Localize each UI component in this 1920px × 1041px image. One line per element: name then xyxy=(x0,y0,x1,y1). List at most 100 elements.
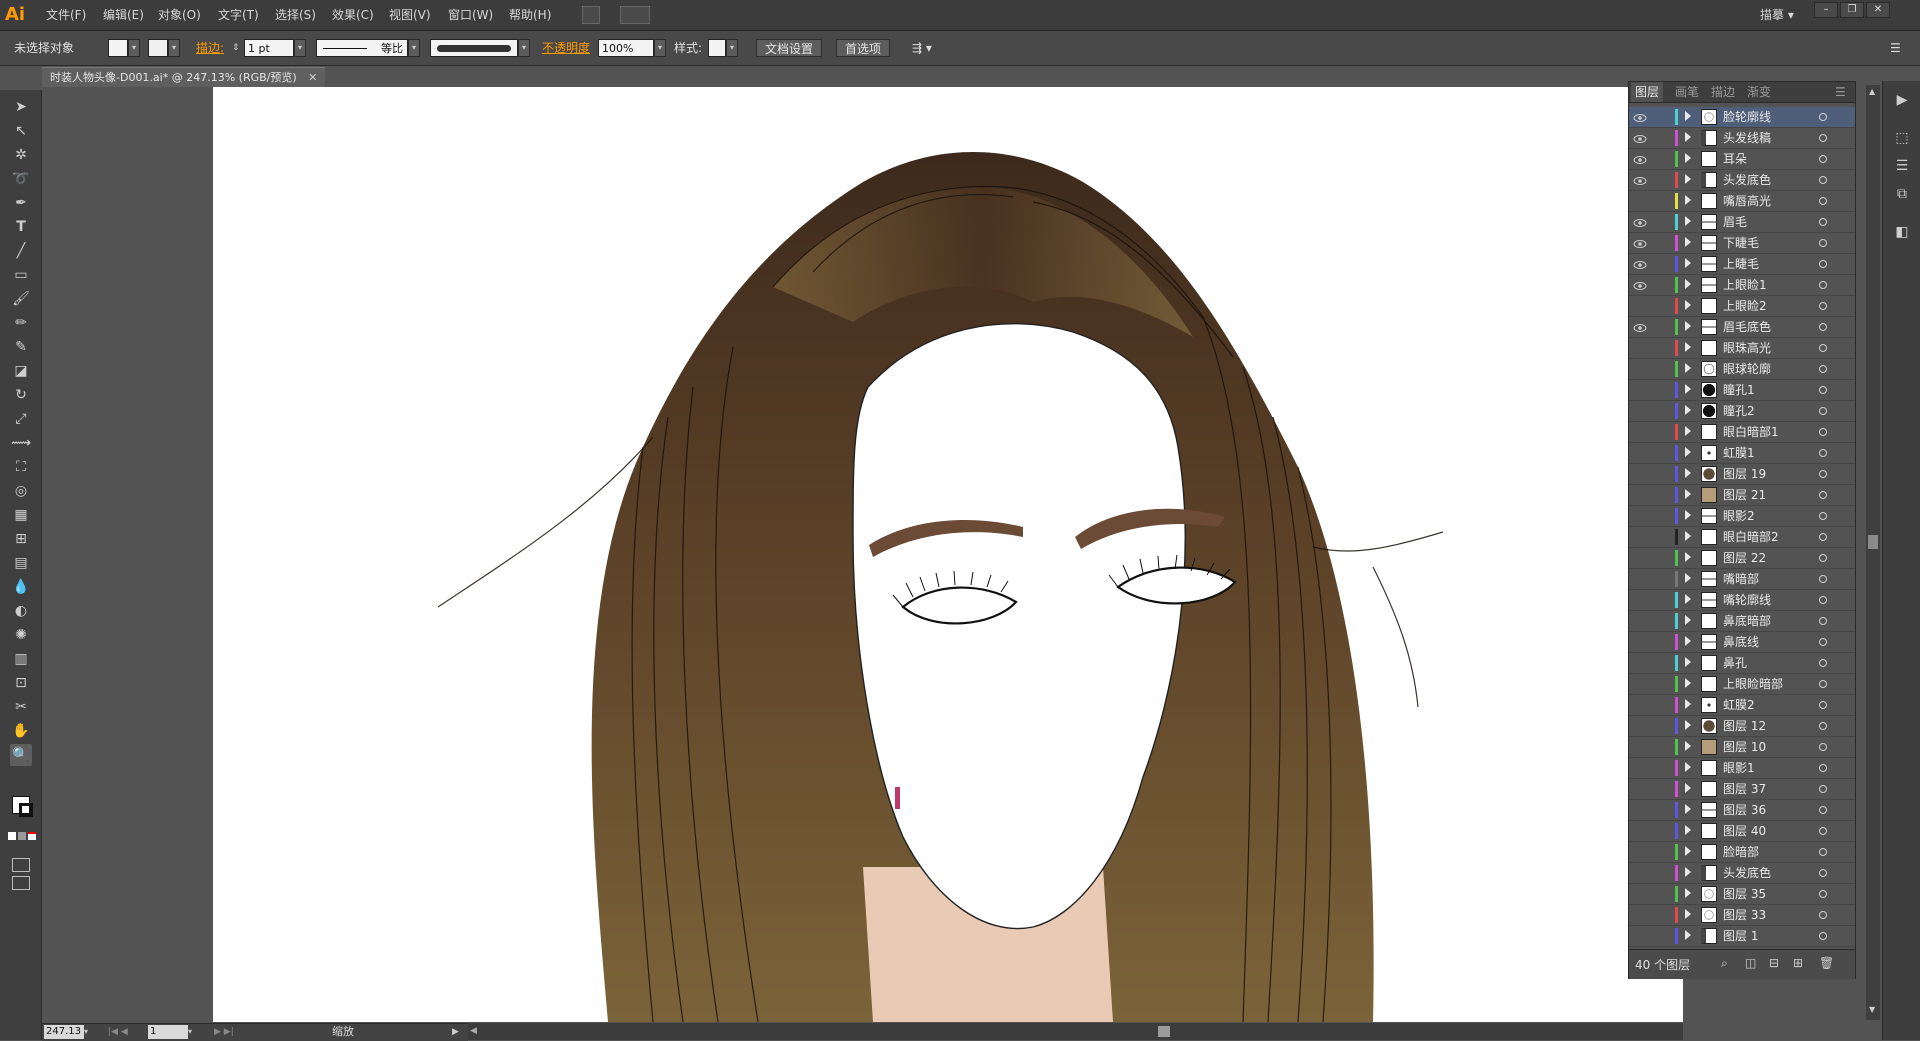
layer-name[interactable]: 嘴轮廓线 xyxy=(1723,590,1771,611)
target-circle-icon[interactable] xyxy=(1819,701,1827,709)
expand-triangle-icon[interactable] xyxy=(1685,174,1691,184)
visibility-eye-icon[interactable] xyxy=(1633,616,1647,626)
layer-name[interactable]: 鼻底线 xyxy=(1723,632,1759,653)
target-circle-icon[interactable] xyxy=(1819,407,1827,415)
paintbrush-tool-icon[interactable]: 🖌 xyxy=(10,288,32,310)
expand-triangle-icon[interactable] xyxy=(1685,342,1691,352)
expand-triangle-icon[interactable] xyxy=(1685,405,1691,415)
drawing-mode-icon[interactable] xyxy=(12,858,30,872)
layer-name[interactable]: 图层 40 xyxy=(1723,821,1766,842)
expand-triangle-icon[interactable] xyxy=(1685,573,1691,583)
layer-name[interactable]: 上眼睑暗部 xyxy=(1723,674,1783,695)
target-circle-icon[interactable] xyxy=(1819,638,1827,646)
layer-name[interactable]: 图层 36 xyxy=(1723,800,1766,821)
zoom-tool-icon[interactable]: 🔍 xyxy=(10,744,32,766)
layer-row[interactable]: 眉毛底色 xyxy=(1629,317,1855,338)
type-tool-icon[interactable]: T xyxy=(10,216,32,238)
free-transform-tool-icon[interactable]: ⛶ xyxy=(10,456,32,478)
layer-row[interactable]: 鼻底暗部 xyxy=(1629,611,1855,632)
document-setup-button[interactable]: 文档设置 xyxy=(756,39,823,57)
delete-layer-icon[interactable]: 🗑 xyxy=(1819,956,1834,970)
layer-name[interactable]: 鼻孔 xyxy=(1723,653,1747,674)
panel-menu-icon[interactable]: ☰ xyxy=(1835,82,1846,102)
selection-tool-icon[interactable]: ➤ xyxy=(10,96,32,118)
layer-name[interactable]: 眉毛底色 xyxy=(1723,317,1771,338)
layer-name[interactable]: 眼白暗部1 xyxy=(1723,422,1779,443)
stroke-stepper[interactable]: ⇕ xyxy=(232,39,242,57)
expand-triangle-icon[interactable] xyxy=(1685,300,1691,310)
layer-row[interactable]: 头发底色 xyxy=(1629,863,1855,884)
target-circle-icon[interactable] xyxy=(1819,113,1827,121)
menu-item[interactable]: 视图(V) xyxy=(389,0,431,30)
lasso-tool-icon[interactable]: ➰ xyxy=(10,168,32,190)
tab-gradient[interactable]: 渐变 xyxy=(1747,82,1771,102)
expand-triangle-icon[interactable] xyxy=(1685,279,1691,289)
expand-triangle-icon[interactable] xyxy=(1685,321,1691,331)
pathfinder-icon[interactable]: ⧉ xyxy=(1893,185,1911,203)
new-layer-icon[interactable]: ⊞ xyxy=(1793,956,1803,970)
target-circle-icon[interactable] xyxy=(1819,533,1827,541)
control-panel-menu-icon[interactable]: ☰ xyxy=(1890,39,1901,57)
brush-definition[interactable] xyxy=(430,39,518,57)
layer-name[interactable]: 图层 22 xyxy=(1723,548,1766,569)
target-circle-icon[interactable] xyxy=(1819,848,1827,856)
layer-row[interactable]: 图层 37 xyxy=(1629,779,1855,800)
opacity-label[interactable]: 不透明度 xyxy=(542,39,590,57)
target-circle-icon[interactable] xyxy=(1819,617,1827,625)
visibility-eye-icon[interactable] xyxy=(1633,385,1647,395)
layer-name[interactable]: 上睫毛 xyxy=(1723,254,1759,275)
artboard-dropdown[interactable]: ▾ xyxy=(188,1025,198,1039)
expand-triangle-icon[interactable] xyxy=(1685,636,1691,646)
expand-triangle-icon[interactable] xyxy=(1685,216,1691,226)
transform-icon[interactable]: ⬚ xyxy=(1893,129,1911,147)
visibility-eye-icon[interactable] xyxy=(1633,532,1647,542)
layer-row[interactable]: 嘴唇高光 xyxy=(1629,191,1855,212)
visibility-eye-icon[interactable] xyxy=(1633,154,1647,164)
target-circle-icon[interactable] xyxy=(1819,260,1827,268)
layer-row[interactable]: 眉毛 xyxy=(1629,212,1855,233)
layer-row[interactable]: 眼白暗部2 xyxy=(1629,527,1855,548)
opacity-dropdown[interactable]: ▾ xyxy=(654,39,666,57)
layer-name[interactable]: 瞳孔2 xyxy=(1723,401,1755,422)
visibility-eye-icon[interactable] xyxy=(1633,217,1647,227)
layer-row[interactable]: 图层 36 xyxy=(1629,800,1855,821)
layer-name[interactable]: 图层 37 xyxy=(1723,779,1766,800)
document-tab[interactable]: 时装人物头像-D001.ai* @ 247.13% (RGB/预览) ✕ xyxy=(42,67,326,87)
visibility-eye-icon[interactable] xyxy=(1633,574,1647,584)
expand-triangle-icon[interactable] xyxy=(1685,846,1691,856)
visibility-eye-icon[interactable] xyxy=(1633,406,1647,416)
menu-item[interactable]: 编辑(E) xyxy=(103,0,144,30)
expand-triangle-icon[interactable] xyxy=(1685,594,1691,604)
artboard-next-icon[interactable]: ▶ ▶| xyxy=(214,1025,234,1039)
panel-scrollbar[interactable]: ▲ ▼ xyxy=(1866,85,1880,1020)
menu-item[interactable]: 文件(F) xyxy=(46,0,86,30)
graph-tool-icon[interactable]: ▥ xyxy=(10,648,32,670)
layer-name[interactable]: 耳朵 xyxy=(1723,149,1747,170)
stroke-label[interactable]: 描边: xyxy=(196,39,224,57)
menu-item[interactable]: 对象(O) xyxy=(158,0,201,30)
expand-triangle-icon[interactable] xyxy=(1685,468,1691,478)
layer-row[interactable]: 眼影1 xyxy=(1629,758,1855,779)
layer-row[interactable]: 头发底色 xyxy=(1629,170,1855,191)
layer-name[interactable]: 虹膜2 xyxy=(1723,695,1755,716)
layer-name[interactable]: 头发底色 xyxy=(1723,170,1771,191)
visibility-eye-icon[interactable] xyxy=(1633,196,1647,206)
target-circle-icon[interactable] xyxy=(1819,302,1827,310)
layer-row[interactable]: 图层 12 xyxy=(1629,716,1855,737)
layer-row[interactable]: 上眼睑1 xyxy=(1629,275,1855,296)
minimize-button[interactable]: – xyxy=(1814,2,1838,18)
layer-row[interactable]: 上眼睑2 xyxy=(1629,296,1855,317)
layer-name[interactable]: 瞳孔1 xyxy=(1723,380,1755,401)
artboard-tool-icon[interactable]: ⊡ xyxy=(10,672,32,694)
expand-triangle-icon[interactable] xyxy=(1685,741,1691,751)
visibility-eye-icon[interactable] xyxy=(1633,490,1647,500)
blend-tool-icon[interactable]: ◐ xyxy=(10,600,32,622)
target-circle-icon[interactable] xyxy=(1819,596,1827,604)
scale-tool-icon[interactable]: ⤢ xyxy=(10,408,32,430)
layer-row[interactable]: 瞳孔1 xyxy=(1629,380,1855,401)
target-circle-icon[interactable] xyxy=(1819,344,1827,352)
layer-row[interactable]: 图层 40 xyxy=(1629,821,1855,842)
layer-name[interactable]: 嘴唇高光 xyxy=(1723,191,1771,212)
layer-row[interactable]: 瞳孔2 xyxy=(1629,401,1855,422)
layer-row[interactable]: 图层 22 xyxy=(1629,548,1855,569)
